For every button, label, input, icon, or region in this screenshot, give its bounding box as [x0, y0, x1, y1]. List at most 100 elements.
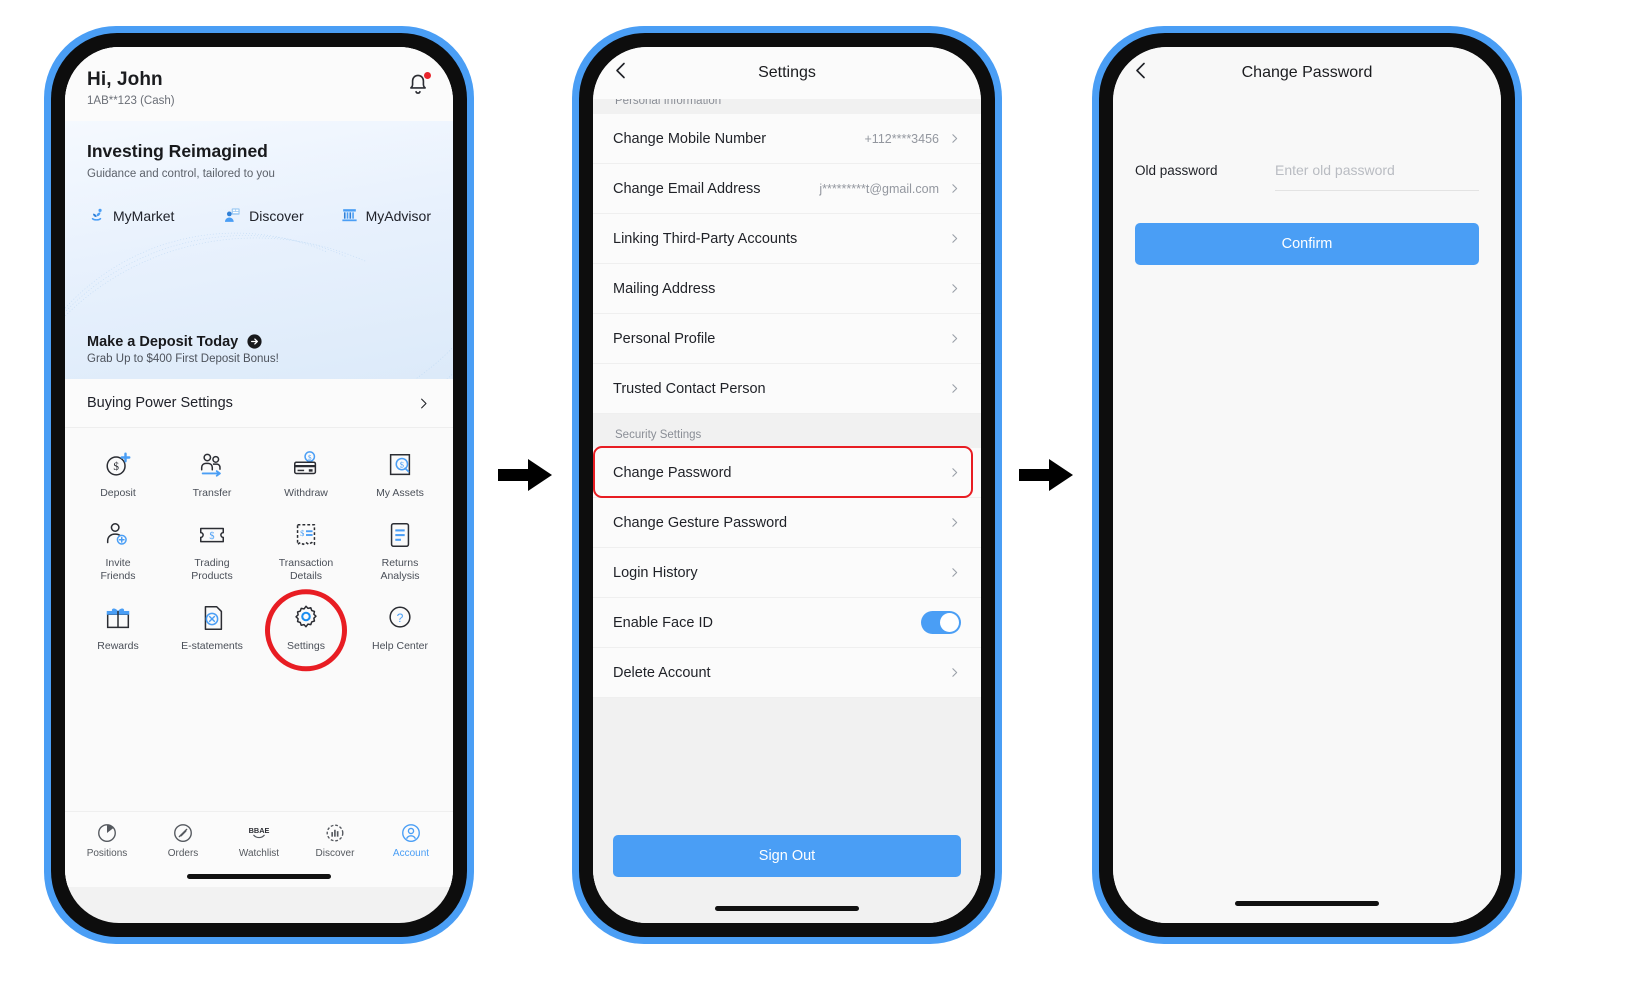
list-spacer: [593, 698, 981, 827]
arrow-right-icon: [498, 459, 552, 491]
grid-item-label: Deposit: [100, 487, 136, 499]
tab-label: Watchlist: [238, 848, 280, 859]
chevron-right-icon: [952, 334, 958, 343]
phone-mockup-settings: Settings Personal Information Change Mob…: [572, 26, 1002, 944]
grid-item-transaction-details[interactable]: $ Transaction Details: [259, 516, 353, 585]
old-password-input[interactable]: [1275, 149, 1479, 191]
settings-row-trusted-contact-person[interactable]: Trusted Contact Person: [593, 364, 981, 414]
assets-dollar-icon: $: [389, 453, 411, 476]
settings-row-mailing-address[interactable]: Mailing Address: [593, 264, 981, 314]
settings-row-change-email-address[interactable]: Change Email Address j*********t@gmail.c…: [593, 164, 981, 214]
grid-item-deposit[interactable]: $ Deposit: [71, 446, 165, 502]
grid-item-transfer[interactable]: Transfer: [165, 446, 259, 502]
tab-account[interactable]: Account: [373, 822, 449, 859]
grid-item-invite-friends[interactable]: Invite Friends: [71, 516, 165, 585]
settings-row-delete-account[interactable]: Delete Account: [593, 648, 981, 698]
confirm-button[interactable]: Confirm: [1135, 223, 1479, 265]
people-transfer-icon: [200, 453, 221, 477]
row-label: Personal Profile: [613, 330, 716, 347]
promo-banner[interactable]: Investing Reimagined Guidance and contro…: [65, 121, 453, 379]
question-circle-icon: ?: [389, 606, 411, 629]
statement-icon: [204, 606, 223, 631]
back-button[interactable]: [1133, 61, 1149, 86]
settings-navbar: Settings: [593, 47, 981, 99]
chevron-right-icon: [952, 184, 958, 193]
grid-item-label: My Assets: [376, 487, 424, 499]
row-label: Change Mobile Number: [613, 130, 767, 147]
settings-row-login-history[interactable]: Login History: [593, 548, 981, 598]
buying-power-settings-row[interactable]: Buying Power Settings: [65, 379, 453, 428]
svg-text:$: $: [400, 460, 404, 470]
grid-item-withdraw[interactable]: $ Withdraw: [259, 446, 353, 502]
tab-watchlist[interactable]: BBAE Watchlist: [221, 822, 297, 859]
grid-item-label: Invite Friends: [100, 557, 136, 583]
tab-label: Account: [392, 848, 430, 859]
grid-item-e-statements[interactable]: E-statements: [165, 599, 259, 655]
deposit-promo-block[interactable]: Make a Deposit Today Grab Up to $400 Fir…: [87, 333, 279, 366]
settings-row-change-gesture-password[interactable]: Change Gesture Password: [593, 498, 981, 548]
receipt-icon: $: [296, 524, 316, 546]
settings-row-change-password[interactable]: Change Password: [593, 446, 981, 498]
grid-item-label: Transaction Details: [278, 557, 334, 583]
buying-power-label: Buying Power Settings: [87, 395, 233, 411]
grid-item-returns-analysis[interactable]: Returns Analysis: [353, 516, 447, 585]
tab-orders[interactable]: Orders: [145, 822, 221, 859]
row-label: Change Gesture Password: [613, 514, 788, 531]
quick-link-myadvisor[interactable]: MyAdvisor: [340, 206, 431, 225]
grid-item-settings[interactable]: Settings: [259, 589, 353, 672]
bottom-tabbar: Positions Orders BBAE Watchlist Discover…: [65, 811, 453, 865]
tab-discover[interactable]: Discover: [297, 822, 373, 859]
grid-item-label: Rewards: [97, 640, 139, 653]
notification-bell-button[interactable]: [405, 71, 432, 98]
quick-link-mymarket[interactable]: MyMarket: [87, 206, 223, 225]
grid-item-my-assets[interactable]: $ My Assets: [353, 446, 447, 502]
bbae-watchlist-icon: BBAE: [249, 826, 269, 839]
flow-arrow-1: [494, 452, 556, 498]
grid-item-help-center[interactable]: ? Help Center: [353, 599, 447, 655]
deposit-promo-sub: Grab Up to $400 First Deposit Bonus!: [87, 353, 279, 365]
home-indicator-bar[interactable]: [187, 873, 331, 879]
change-password-body: Old password Confirm: [1113, 99, 1501, 923]
tab-label: Positions: [86, 848, 128, 859]
home-indicator-bar[interactable]: [715, 905, 859, 911]
person-plus-icon: [106, 523, 127, 545]
grid-item-trading-products[interactable]: $ Trading Products: [165, 516, 259, 585]
home-indicator-area: [1113, 883, 1501, 923]
section-header-security: Security Settings: [593, 414, 981, 448]
home-indicator-bar[interactable]: [1235, 900, 1379, 906]
row-value: j*********t@gmail.com: [819, 181, 939, 196]
account-number-text: 1AB**123 (Cash): [87, 95, 175, 107]
gift-icon: [106, 608, 130, 629]
quick-link-discover[interactable]: Discover: [223, 206, 339, 225]
phone-mockup-home: Hi, John 1AB**123 (Cash) Investing Reima…: [44, 26, 474, 944]
arrow-right-icon: [1019, 459, 1073, 491]
grid-item-label: Settings: [287, 640, 325, 653]
svg-text:$: $: [113, 461, 119, 473]
settings-row-enable-face-id[interactable]: Enable Face ID: [593, 598, 981, 648]
chevron-right-icon: [952, 568, 958, 577]
settings-row-change-mobile-number[interactable]: Change Mobile Number +112****3456: [593, 114, 981, 164]
quick-link-label: MyMarket: [113, 207, 175, 224]
flow-diagram: Hi, John 1AB**123 (Cash) Investing Reima…: [0, 0, 1632, 998]
settings-list: Personal Information Change Mobile Numbe…: [593, 99, 981, 923]
old-password-row: Old password: [1113, 143, 1501, 197]
tab-label: Discover: [315, 848, 355, 859]
svg-text:$: $: [308, 454, 312, 462]
discover-compass-icon: [326, 824, 344, 842]
settings-row-linking-third-party-accounts[interactable]: Linking Third-Party Accounts: [593, 214, 981, 264]
grid-item-rewards[interactable]: Rewards: [71, 599, 165, 655]
row-label: Linking Third-Party Accounts: [613, 230, 798, 247]
tab-positions[interactable]: Positions: [69, 822, 145, 859]
change-password-navbar: Change Password: [1113, 47, 1501, 99]
grid-item-label: Withdraw: [284, 487, 328, 499]
face-id-toggle[interactable]: [921, 611, 961, 634]
sign-out-button[interactable]: Sign Out: [613, 835, 961, 877]
back-button[interactable]: [613, 61, 629, 86]
grid-item-label: Returns Analysis: [380, 557, 420, 583]
person-circle-icon: [402, 824, 420, 842]
chevron-right-icon: [952, 284, 958, 293]
phone-screen-change-password: Change Password Old password Confirm: [1113, 47, 1501, 923]
gear-icon: [295, 605, 317, 628]
row-label: Enable Face ID: [613, 614, 713, 631]
settings-row-personal-profile[interactable]: Personal Profile: [593, 314, 981, 364]
